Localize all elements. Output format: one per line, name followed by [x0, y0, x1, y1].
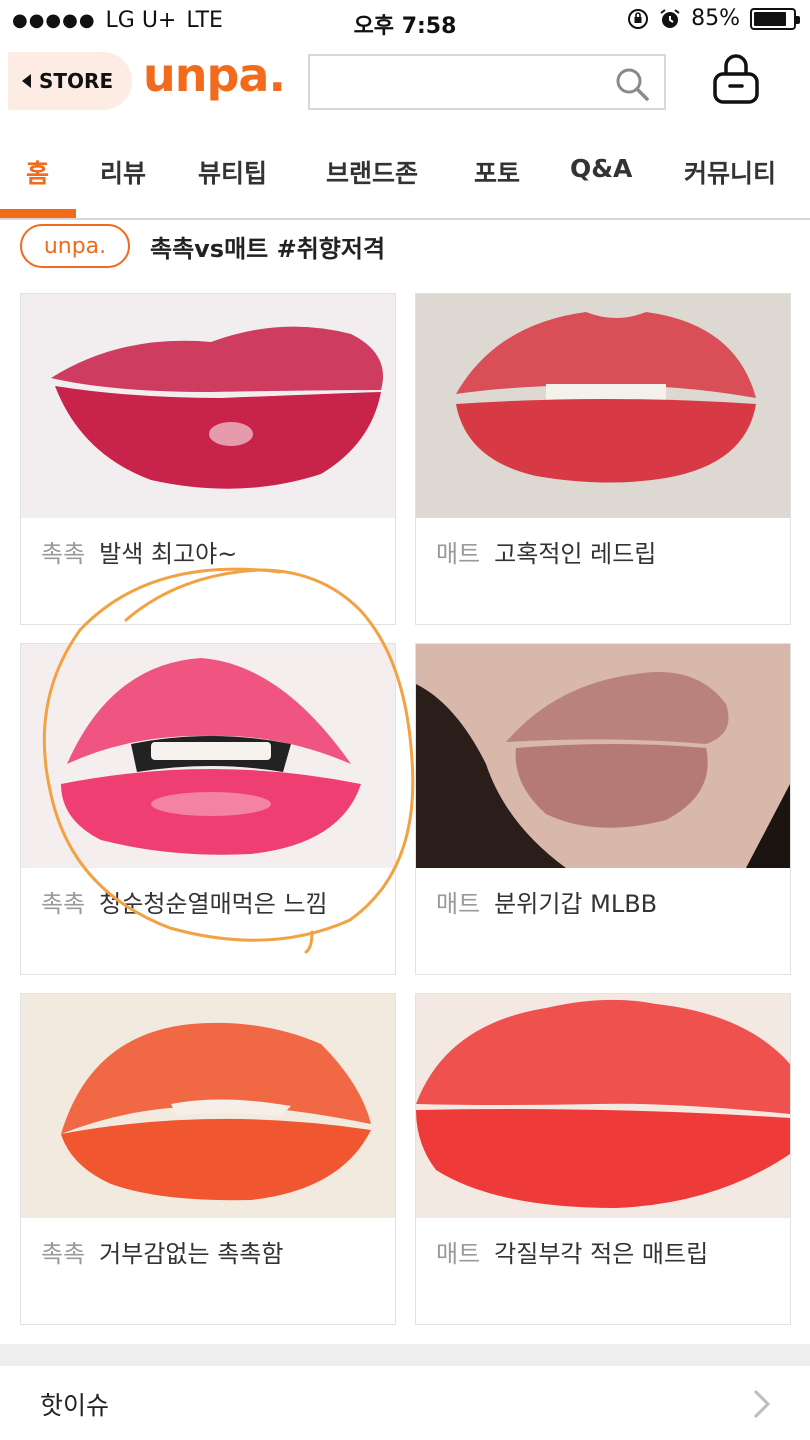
texture-tag: 촉촉 — [41, 540, 86, 568]
app-header: STORE unpa. — [0, 46, 810, 126]
lip-image — [21, 644, 395, 868]
tab-qna[interactable]: Q&A — [570, 154, 632, 183]
lip-photo — [416, 994, 790, 1218]
active-tab-indicator — [0, 209, 76, 218]
lip-photo — [416, 644, 790, 868]
tab-photo[interactable]: 포토 — [474, 154, 520, 190]
post-card[interactable]: 촉촉 발색 최고야~ — [20, 293, 396, 625]
lip-photo — [21, 294, 395, 518]
alarm-icon — [659, 8, 681, 30]
lip-photo — [416, 294, 790, 518]
category-tabs: 홈 리뷰 뷰티팁 브랜드존 포토 Q&A 커뮤니티 — [0, 148, 810, 220]
unpa-logo[interactable]: unpa. — [143, 48, 286, 102]
post-card[interactable]: 매트 각질부각 적은 매트립 — [415, 993, 791, 1325]
card-title: 청순청순열매먹은 느낌 — [99, 890, 328, 918]
hot-issue-label: 핫이슈 — [40, 1391, 110, 1420]
texture-tag: 매트 — [436, 1240, 481, 1268]
card-title: 거부감없는 촉촉함 — [99, 1240, 284, 1268]
back-arrow-icon — [22, 74, 31, 88]
store-label: STORE — [39, 69, 114, 93]
card-caption: 촉촉 청순청순열매먹은 느낌 — [41, 884, 328, 919]
card-title: 고혹적인 레드립 — [494, 540, 657, 568]
lip-image — [416, 994, 790, 1218]
tab-beauty-tip[interactable]: 뷰티팁 — [198, 154, 267, 190]
lip-image — [21, 994, 395, 1218]
tab-brand-zone[interactable]: 브랜드존 — [326, 154, 418, 190]
card-title: 발색 최고야~ — [99, 540, 238, 568]
status-right: 85% — [627, 6, 800, 31]
search-input[interactable] — [308, 54, 666, 110]
chevron-right-icon — [753, 1389, 771, 1419]
lip-gloss-highlight — [151, 792, 271, 816]
battery-fill — [754, 11, 787, 26]
card-caption: 매트 각질부각 적은 매트립 — [436, 1234, 708, 1269]
section-title: 촉촉vs매트 #취향저격 — [150, 234, 386, 263]
teeth — [151, 742, 271, 760]
card-title: 분위기갑 MLBB — [494, 890, 658, 918]
post-card[interactable]: 촉촉 청순청순열매먹은 느낌 — [20, 643, 396, 975]
lip-gloss-highlight — [209, 422, 253, 446]
card-caption: 촉촉 거부감없는 촉촉함 — [41, 1234, 283, 1269]
post-card[interactable]: 매트 고혹적인 레드립 — [415, 293, 791, 625]
hot-issue-row[interactable]: 핫이슈 — [0, 1366, 810, 1440]
tab-home[interactable]: 홈 — [26, 154, 49, 190]
brand-tag[interactable]: unpa. — [20, 224, 130, 268]
post-card[interactable]: 촉촉 거부감없는 촉촉함 — [20, 993, 396, 1325]
lip-image — [416, 644, 790, 868]
lip-image — [21, 294, 395, 518]
card-caption: 촉촉 발색 최고야~ — [41, 534, 237, 569]
tab-review[interactable]: 리뷰 — [100, 154, 146, 190]
card-caption: 매트 고혹적인 레드립 — [436, 534, 656, 569]
lip-image — [416, 294, 790, 518]
card-caption: 매트 분위기갑 MLBB — [436, 884, 657, 919]
card-title: 각질부각 적은 매트립 — [494, 1240, 709, 1268]
search-icon[interactable] — [614, 66, 650, 102]
lip-photo — [21, 644, 395, 868]
tab-community[interactable]: 커뮤니티 — [684, 154, 776, 190]
shopping-bag-icon[interactable] — [708, 52, 764, 108]
texture-tag: 매트 — [436, 890, 481, 918]
rotation-lock-icon — [627, 8, 649, 30]
section-header: unpa. 촉촉vs매트 #취향저격 — [20, 222, 385, 270]
post-card[interactable]: 매트 분위기갑 MLBB — [415, 643, 791, 975]
lip-photo — [21, 994, 395, 1218]
battery-percent: 85% — [691, 6, 740, 31]
battery-icon — [750, 7, 800, 30]
status-bar: ●●●●● LG U+ LTE 오후 7:58 85% — [0, 0, 810, 42]
section-divider — [0, 1344, 810, 1366]
texture-tag: 촉촉 — [41, 1240, 86, 1268]
texture-tag: 촉촉 — [41, 890, 86, 918]
texture-tag: 매트 — [436, 540, 481, 568]
store-button[interactable]: STORE — [8, 52, 132, 110]
